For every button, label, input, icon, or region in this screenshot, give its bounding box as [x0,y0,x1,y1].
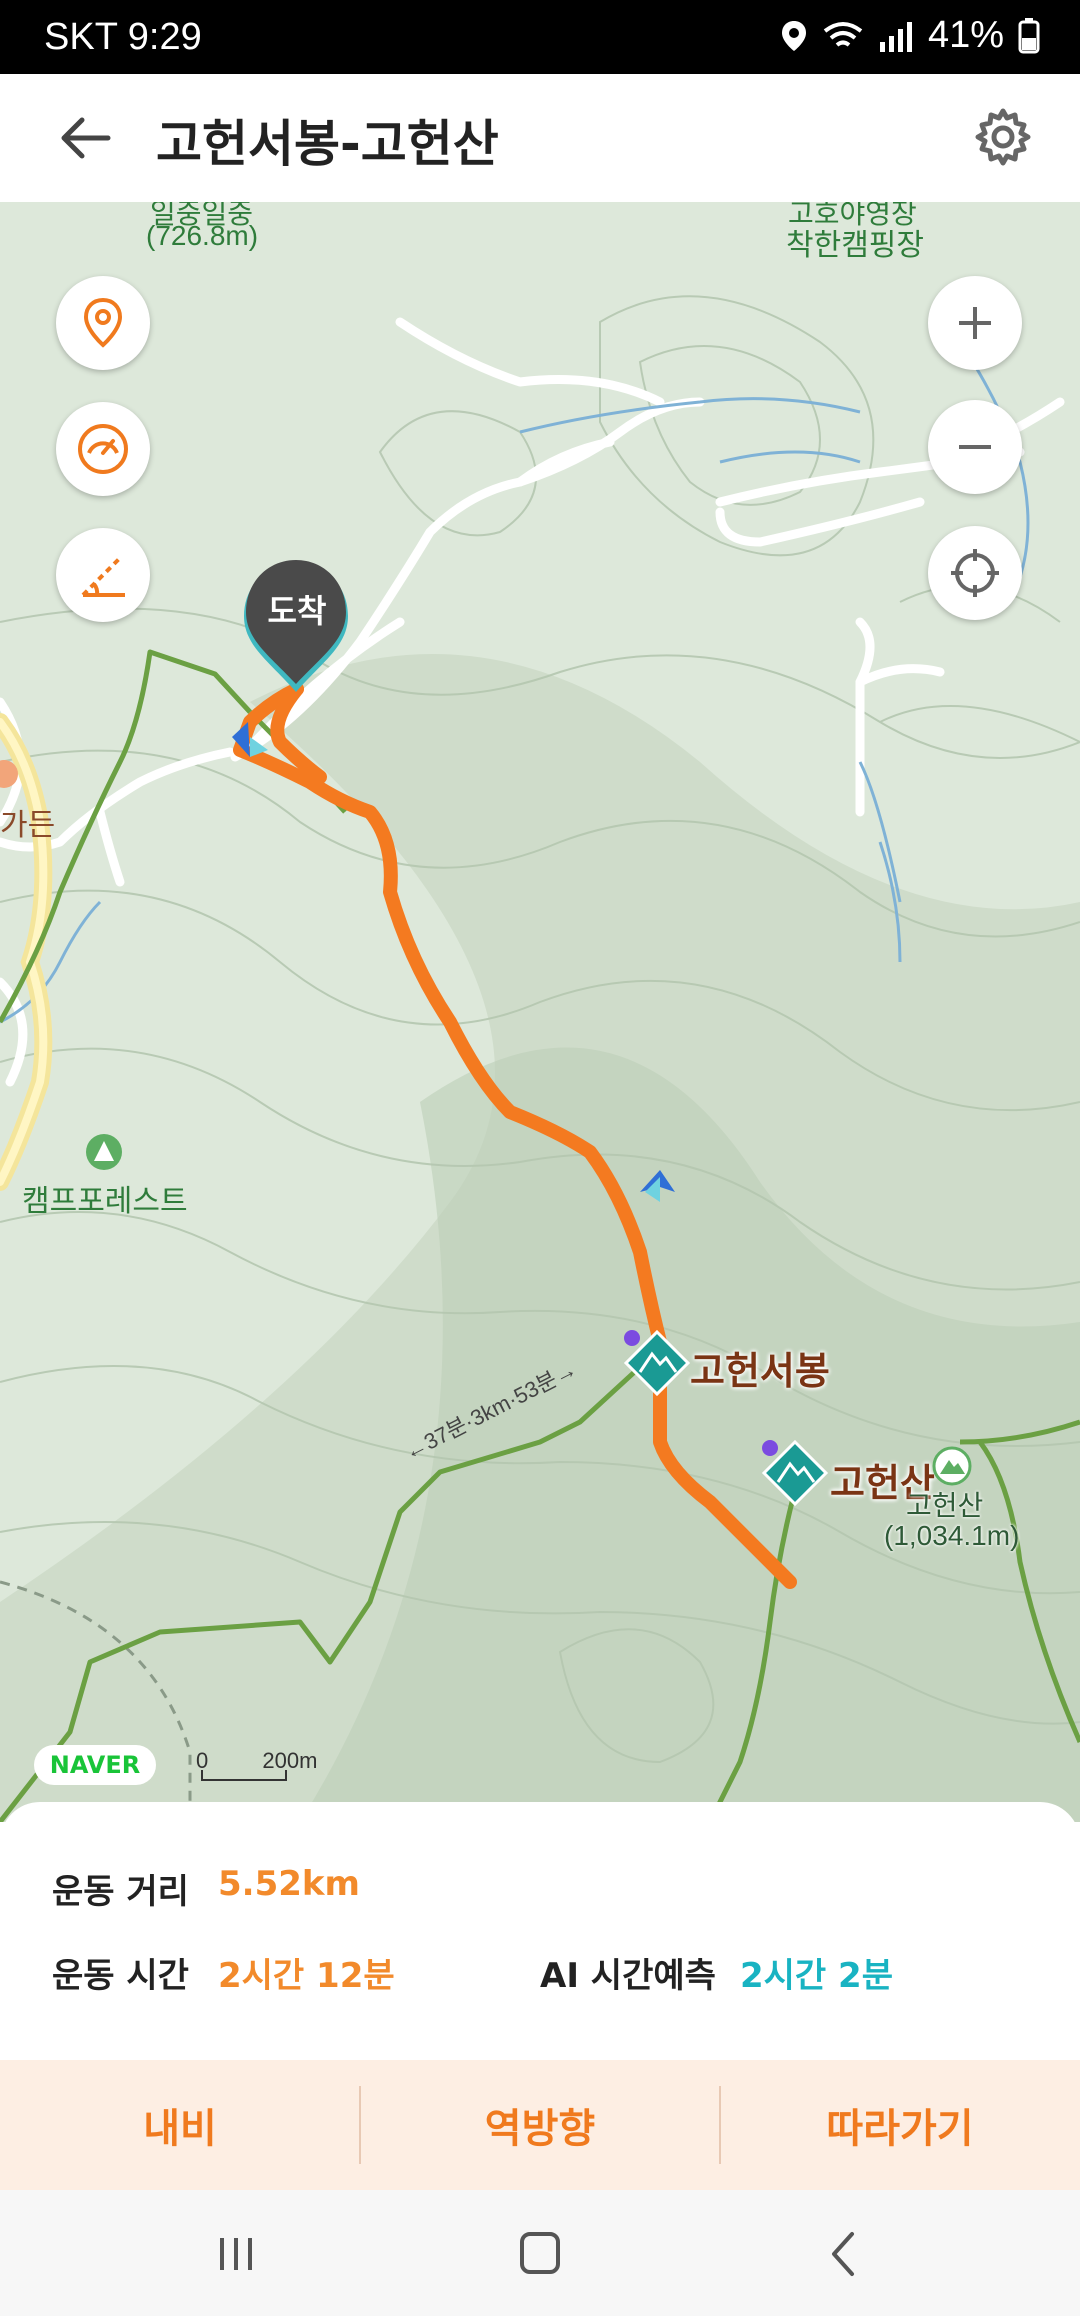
mountain-peak-icon[interactable] [758,1436,832,1510]
battery-icon [1018,17,1040,53]
system-nav-bar [0,2190,1080,2316]
page-title: 고헌서봉-고헌산 [156,115,499,173]
mountain-icon [932,1446,972,1486]
naver-logo: NAVER [34,1745,156,1785]
my-location-button[interactable] [928,526,1022,620]
camp-forest-label: 캠프포레스트 [22,1185,188,1218]
battery-percent: 41% [927,14,1004,56]
status-left: SKT 9:29 [44,16,202,59]
status-bar: SKT 9:29 41% [0,0,1080,74]
carrier: SKT [44,16,118,58]
minus-icon [959,445,991,449]
peak-name-small: 고헌산 [906,1490,984,1521]
map-scale: 0 200m [196,1748,317,1774]
arrival-label: 도착 [267,592,327,630]
location-icon [781,20,806,51]
gear-icon[interactable] [972,106,1034,168]
restaurant-label: 가든 [0,809,56,842]
trail-map[interactable]: ←37분·3km·53분→ 일중일중 (726.8m) 고호야영장 착한캠핑장 … [0,202,1080,1822]
time-label: 운동 시간 [52,1956,189,1996]
action-bar: 내비 역방향 따라가기 [0,2060,1080,2190]
follow-button[interactable]: 따라가기 [720,2060,1080,2190]
crosshair-icon [951,549,999,597]
top-peak-elevation: (726.8m) [146,220,259,251]
zoom-in-button[interactable] [928,276,1022,370]
campground-label: 착한캠핑장 [786,229,924,262]
workout-summary-panel: 운동 거리 5.52km 운동 시간 2시간 12분 AI 시간예측 2시간 2… [0,1802,1080,2040]
slope-button[interactable] [56,528,150,622]
time-value: 2시간 12분 [218,1956,395,1996]
map-background [0,202,1080,1822]
reverse-button[interactable]: 역방향 [360,2060,720,2190]
scale-distance: 200m [262,1748,318,1773]
scale-zero: 0 [196,1748,209,1773]
location-pin-icon [83,297,123,348]
back-icon[interactable] [814,2226,874,2282]
mountain-peak-icon[interactable] [620,1326,694,1400]
ai-prediction-value: 2시간 2분 [740,1956,893,1996]
speedometer-button[interactable] [56,402,150,496]
signal-icon [879,21,912,52]
location-pin-button[interactable] [56,276,150,370]
peak-elevation: (1,034.1m) [884,1520,1020,1551]
navi-button[interactable]: 내비 [0,2060,360,2190]
plus-icon [959,307,991,339]
wifi-icon [823,21,863,47]
peak-label-gohunseobong: 고헌서봉 [690,1349,830,1393]
home-icon[interactable] [510,2226,570,2282]
back-arrow-icon[interactable] [58,110,114,166]
slope-angle-icon [81,557,125,597]
app-header: 고헌서봉-고헌산 [0,74,1080,202]
status-right: 41% [780,14,1040,57]
ai-prediction-label: AI 시간예측 [540,1956,716,1996]
zoom-out-button[interactable] [928,400,1022,494]
speedometer-icon [78,424,128,474]
distance-value: 5.52km [218,1864,360,1904]
recent-apps-icon[interactable] [206,2226,266,2282]
clock: 9:29 [127,16,202,58]
distance-label: 운동 거리 [52,1872,189,1912]
campsite-icon [86,1134,122,1170]
